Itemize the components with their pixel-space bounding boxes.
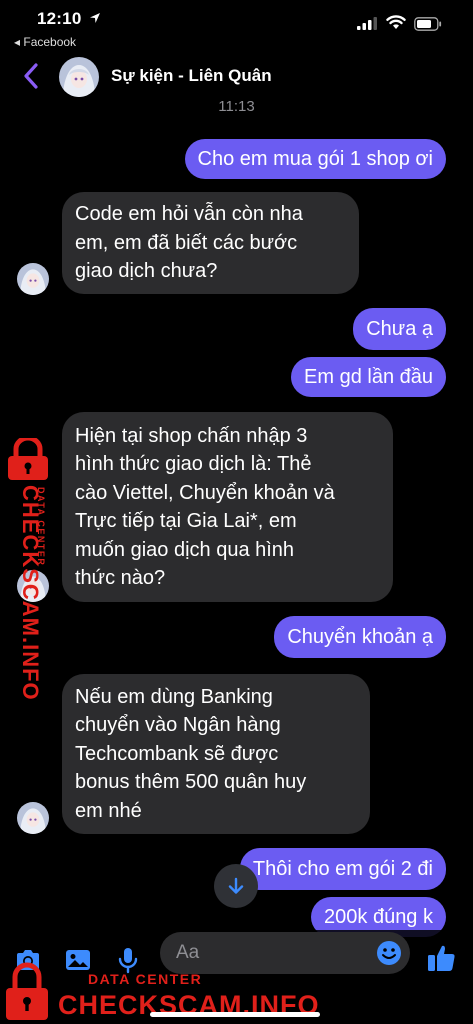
clock: 12:10 xyxy=(37,9,82,28)
status-bar: 12:10 ◂ Facebook xyxy=(0,0,473,52)
avatar-image-icon xyxy=(59,57,99,97)
message-timestamp: 11:13 xyxy=(218,98,255,115)
conversation-title[interactable]: Sự kiện - Liên Quân xyxy=(111,66,272,86)
contact-avatar[interactable] xyxy=(59,57,99,97)
wifi-icon xyxy=(386,15,406,29)
watermark-title: CHECKSCAM.INFO xyxy=(18,485,43,701)
watermark-side: DATA CENTER CHECKSCAM.INFO xyxy=(0,432,60,701)
incoming-message[interactable]: Code em hỏi vẫn còn nha em, em đã biết c… xyxy=(62,192,359,294)
scroll-to-bottom-button[interactable] xyxy=(214,864,258,908)
outgoing-message[interactable]: Chưa ạ xyxy=(353,308,446,350)
arrow-down-icon xyxy=(228,877,244,894)
battery-icon xyxy=(414,17,442,31)
outgoing-message[interactable]: Thôi cho em gói 2 đi xyxy=(239,848,446,890)
avatar-image-icon xyxy=(17,802,49,834)
outgoing-message[interactable]: Cho em mua gói 1 shop ơi xyxy=(184,139,446,179)
sender-avatar[interactable] xyxy=(17,802,49,834)
outgoing-message[interactable]: Chuyển khoản ạ xyxy=(274,616,446,658)
outgoing-message[interactable]: Em gd lần đầu xyxy=(291,357,446,397)
back-chevron-icon[interactable] xyxy=(20,62,42,90)
avatar-image-icon xyxy=(17,263,49,295)
sender-avatar[interactable] xyxy=(17,263,49,295)
back-to-app-link[interactable]: ◂ Facebook xyxy=(14,35,76,49)
watermark-subtitle: DATA CENTER xyxy=(88,971,203,987)
cellular-signal-icon xyxy=(357,17,377,30)
incoming-message[interactable]: Hiện tại shop chấn nhập 3 hình thức giao… xyxy=(62,412,393,602)
padlock-icon xyxy=(6,962,48,1020)
padlock-icon xyxy=(8,438,48,480)
conversation-header: Sự kiện - Liên Quân xyxy=(0,52,473,102)
home-indicator[interactable] xyxy=(150,1012,320,1017)
incoming-message[interactable]: Nếu em dùng Banking chuyển vào Ngân hàng… xyxy=(62,674,370,834)
location-arrow-icon xyxy=(90,13,100,23)
